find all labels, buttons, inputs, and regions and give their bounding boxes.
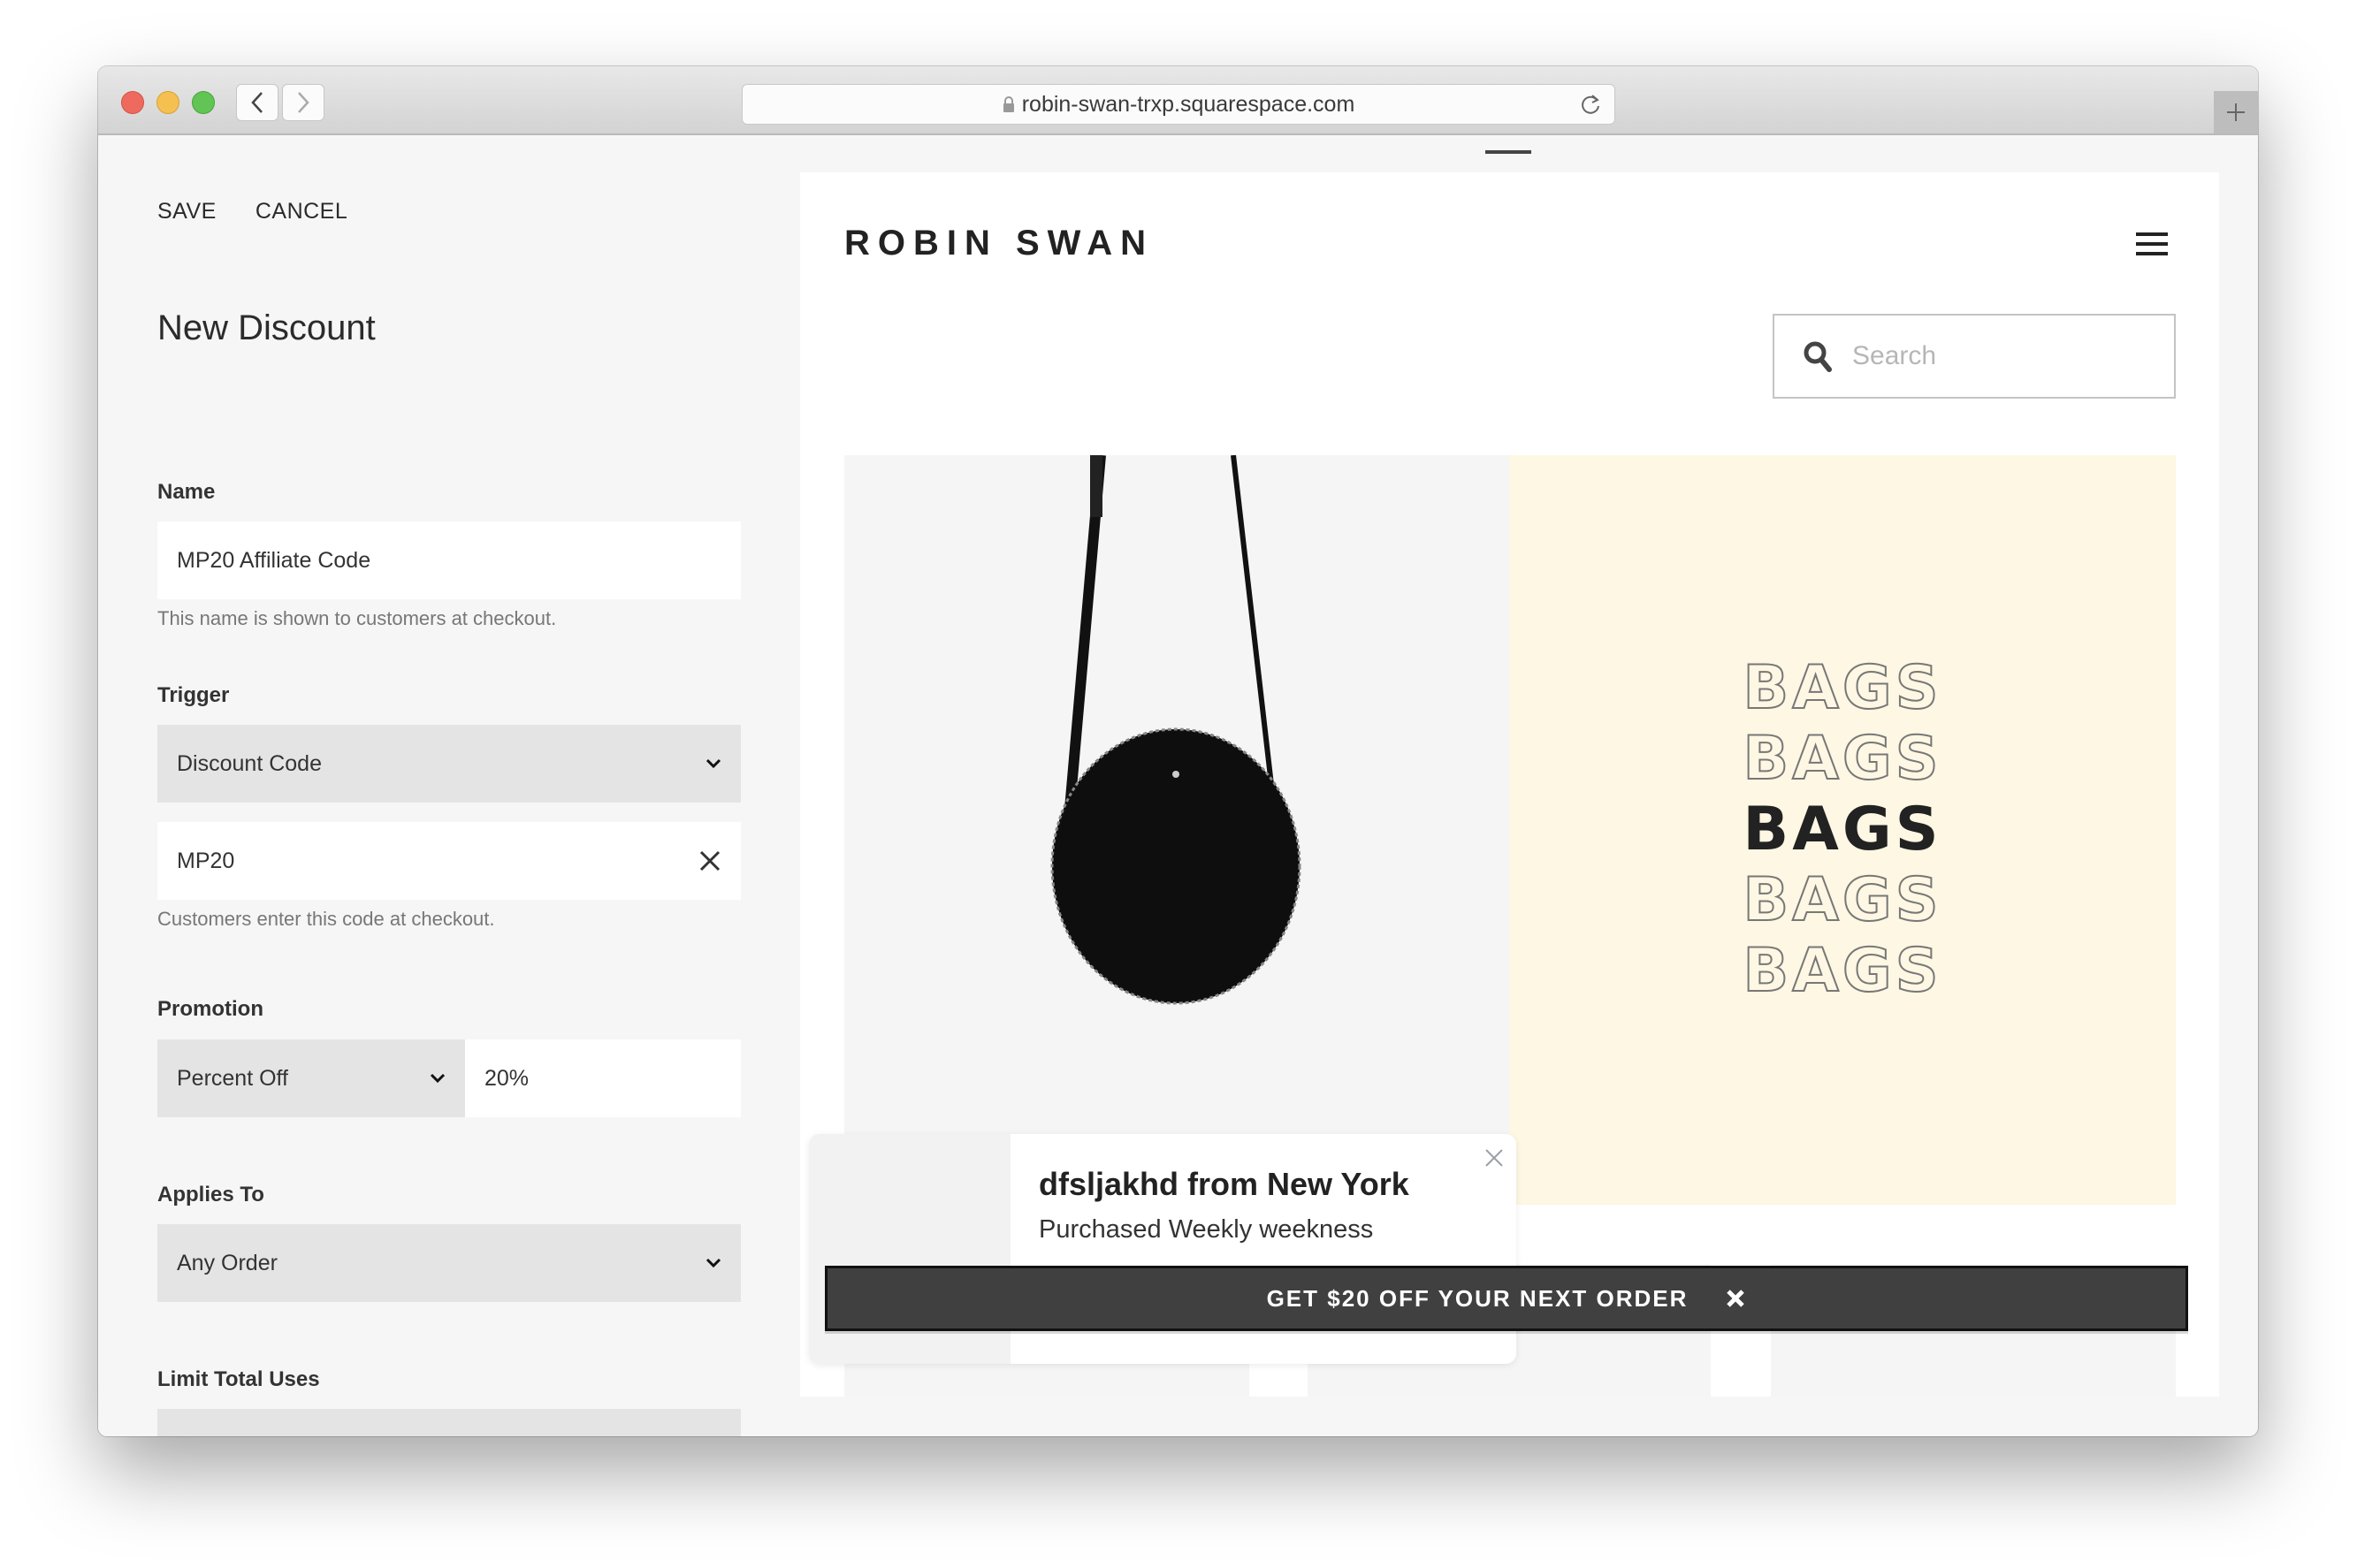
search-icon xyxy=(1804,341,1832,372)
notification-subtitle: Purchased Weekly weekness xyxy=(1039,1215,1374,1244)
promo-text: GET $20 OFF YOUR NEXT ORDER xyxy=(1266,1284,1689,1312)
lock-icon xyxy=(1003,95,1015,113)
browser-window: robin-swan-trxp.squarespace.com SAVE CAN… xyxy=(98,66,2258,1436)
bags-word: BAGS xyxy=(1742,935,1942,1007)
title-bar: robin-swan-trxp.squarespace.com xyxy=(98,66,2258,135)
minimize-window-button[interactable] xyxy=(156,91,179,114)
back-button[interactable] xyxy=(236,84,278,121)
promotion-type-select[interactable]: Percent Off xyxy=(157,1039,465,1117)
bags-banner[interactable]: BAGS BAGS BAGS BAGS BAGS xyxy=(1509,455,2176,1205)
address-bar[interactable]: robin-swan-trxp.squarespace.com xyxy=(742,84,1615,125)
chevron-left-icon xyxy=(251,92,263,113)
promotion-amount-value: 20% xyxy=(484,1065,530,1091)
name-field[interactable]: MP20 Affiliate Code xyxy=(157,521,741,599)
bags-word-highlight: BAGS xyxy=(1743,795,1942,864)
close-notification-icon[interactable] xyxy=(1484,1148,1504,1172)
new-tab-button[interactable] xyxy=(2214,91,2258,133)
site-search[interactable] xyxy=(1773,314,2176,399)
promotion-amount-field[interactable]: 20% xyxy=(465,1039,741,1117)
reload-icon[interactable] xyxy=(1579,93,1602,122)
promotion-type-value: Percent Off xyxy=(177,1065,288,1091)
chevron-right-icon xyxy=(298,92,309,113)
chevron-down-icon xyxy=(706,1258,721,1268)
trigger-select[interactable]: Discount Code xyxy=(157,725,741,803)
zoom-window-button[interactable] xyxy=(192,91,215,114)
url-text: robin-swan-trxp.squarespace.com xyxy=(1021,91,1355,117)
forward-button[interactable] xyxy=(282,84,324,121)
save-button[interactable]: SAVE xyxy=(157,199,217,225)
applies-to-select[interactable]: Any Order xyxy=(157,1224,741,1302)
preview-drag-handle[interactable] xyxy=(1485,150,1531,154)
close-window-button[interactable] xyxy=(121,91,144,114)
bags-word: BAGS xyxy=(1742,864,1942,936)
promotion-label: Promotion xyxy=(157,997,263,1021)
trigger-label: Trigger xyxy=(157,683,230,707)
cancel-button[interactable]: CANCEL xyxy=(256,199,347,225)
bag-product-image[interactable] xyxy=(844,454,1509,1205)
plus-icon xyxy=(2227,103,2245,121)
bags-word: BAGS xyxy=(1742,723,1942,795)
site-preview: ROBIN SWAN BAGS BAGS BAGS BAGS BAGS xyxy=(800,172,2219,1397)
chevron-down-icon xyxy=(706,758,721,769)
promo-announcement-bar[interactable]: GET $20 OFF YOUR NEXT ORDER xyxy=(825,1266,2188,1331)
bags-word: BAGS xyxy=(1742,652,1942,724)
clear-code-icon[interactable] xyxy=(698,849,721,872)
limit-total-uses-value: Unlimited xyxy=(177,1435,269,1437)
round-bag-image xyxy=(1050,454,1301,1005)
trigger-value: Discount Code xyxy=(177,750,322,776)
notification-title: dfsljakhd from New York xyxy=(1039,1166,1409,1202)
site-logo[interactable]: ROBIN SWAN xyxy=(844,224,1154,263)
name-label: Name xyxy=(157,480,216,504)
menu-icon[interactable] xyxy=(2136,232,2168,255)
page-title: New Discount xyxy=(157,308,376,347)
discount-code-field[interactable]: MP20 xyxy=(157,822,741,900)
limit-total-uses-select[interactable]: Unlimited xyxy=(157,1409,741,1436)
name-hint: This name is shown to customers at check… xyxy=(157,607,557,629)
chevron-down-icon xyxy=(430,1073,446,1084)
limit-total-uses-label: Limit Total Uses xyxy=(157,1367,320,1391)
editor-actions: SAVE CANCEL xyxy=(157,199,347,225)
applies-to-value: Any Order xyxy=(177,1250,278,1275)
close-promo-icon[interactable] xyxy=(1725,1288,1746,1309)
applies-to-label: Applies To xyxy=(157,1183,264,1206)
search-input[interactable] xyxy=(1850,340,2119,372)
discount-editor-panel: SAVE CANCEL New Discount Name MP20 Affil… xyxy=(98,135,805,1436)
discount-code-hint: Customers enter this code at checkout. xyxy=(157,908,495,930)
discount-code-value: MP20 xyxy=(177,848,235,873)
name-value: MP20 Affiliate Code xyxy=(177,547,371,573)
